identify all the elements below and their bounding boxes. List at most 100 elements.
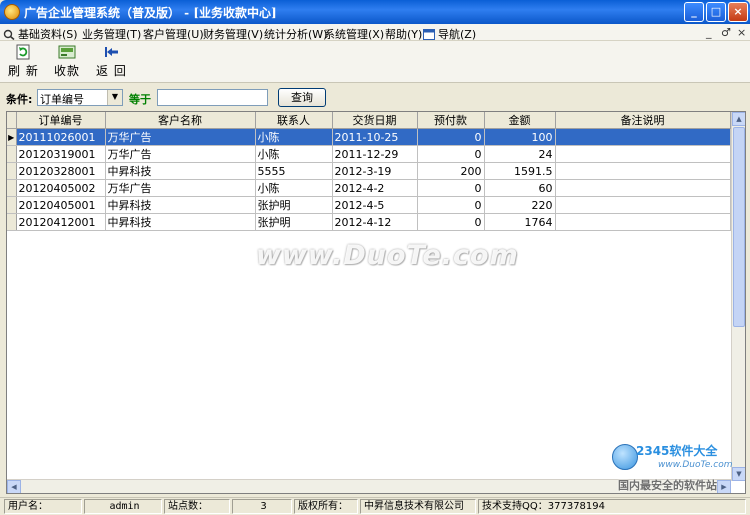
customer-cell[interactable]: 中昇科技 xyxy=(105,196,256,214)
amount-cell[interactable]: 220 xyxy=(484,196,556,214)
condition-field-select[interactable]: 订单编号 ▼ xyxy=(37,89,123,106)
amount-cell[interactable]: 60 xyxy=(484,179,556,197)
back-arrow-icon xyxy=(102,44,120,60)
column-header[interactable]: 客户名称 xyxy=(105,112,256,129)
menu-system[interactable]: 系统管理(X) xyxy=(324,26,384,42)
prepay-cell[interactable]: 0 xyxy=(417,179,485,197)
scroll-up-icon[interactable]: ▲ xyxy=(732,112,745,126)
amount-cell[interactable]: 24 xyxy=(484,145,556,163)
column-header[interactable]: 预付款 xyxy=(417,112,485,129)
vertical-scrollbar[interactable]: ▲ ▼ xyxy=(731,112,745,481)
amount-cell[interactable]: 100 xyxy=(484,128,556,146)
contact-cell[interactable]: 小陈 xyxy=(255,145,333,163)
mdi-minimize-button[interactable]: _ xyxy=(706,26,712,39)
contact-cell[interactable]: 小陈 xyxy=(255,128,333,146)
status-copyright-label: 版权所有： xyxy=(294,499,358,514)
menu-statistics[interactable]: 统计分析(W) xyxy=(264,26,327,42)
condition-value-input[interactable] xyxy=(157,89,268,106)
amount-cell[interactable]: 1591.5 xyxy=(484,162,556,180)
table-row[interactable]: 20120405001 中昇科技 张护明 2012-4-5 0 220 xyxy=(7,196,731,214)
column-header[interactable]: 交货日期 xyxy=(332,112,418,129)
prepay-cell[interactable]: 0 xyxy=(417,145,485,163)
date-cell[interactable]: 2012-4-5 xyxy=(332,196,418,214)
filter-bar: 条件: 订单编号 ▼ 等于 查询 xyxy=(0,86,750,108)
header-row: 订单编号 客户名称 联系人 交货日期 预付款 金额 备注说明 xyxy=(7,112,731,129)
amount-cell[interactable]: 1764 xyxy=(484,213,556,231)
close-button[interactable]: × xyxy=(728,2,748,22)
menu-business[interactable]: 业务管理(T) xyxy=(82,26,141,42)
menu-finance[interactable]: 财务管理(V) xyxy=(203,26,263,42)
customer-cell[interactable]: 万华广告 xyxy=(105,128,256,146)
note-cell[interactable] xyxy=(555,213,731,231)
query-button[interactable]: 查询 xyxy=(278,88,326,107)
row-indicator xyxy=(7,162,17,180)
order-cell[interactable]: 20120405002 xyxy=(16,179,106,197)
contact-cell[interactable]: 小陈 xyxy=(255,179,333,197)
customer-cell[interactable]: 万华广告 xyxy=(105,145,256,163)
collect-button[interactable]: 收款 xyxy=(52,44,82,79)
menu-navigation[interactable]: 导航(Z) xyxy=(423,26,476,42)
note-cell[interactable] xyxy=(555,145,731,163)
mdi-restore-button[interactable]: ♂ xyxy=(721,26,731,39)
watermark-brand: 2345软件大全 xyxy=(636,444,718,458)
table-row[interactable]: 20120405002 万华广告 小陈 2012-4-2 0 60 xyxy=(7,179,731,197)
date-cell[interactable]: 2011-12-29 xyxy=(332,145,418,163)
customer-cell[interactable]: 万华广告 xyxy=(105,179,256,197)
minimize-button[interactable]: _ xyxy=(684,2,704,22)
note-cell[interactable] xyxy=(555,162,731,180)
table-row[interactable]: ▶ 20111026001 万华广告 小陈 2011-10-25 0 100 xyxy=(7,128,731,146)
customer-cell[interactable]: 中昇科技 xyxy=(105,162,256,180)
back-label: 返 回 xyxy=(96,64,127,78)
date-cell[interactable]: 2012-4-12 xyxy=(332,213,418,231)
order-cell[interactable]: 20120412001 xyxy=(16,213,106,231)
menu-help[interactable]: 帮助(Y) xyxy=(385,26,422,42)
watermark-slogan: 国内最安全的软件站 xyxy=(618,479,717,492)
current-row-arrow-icon: ▶ xyxy=(7,128,17,146)
table-row[interactable]: 20120328001 中昇科技 5555 2012-3-19 200 1591… xyxy=(7,162,731,180)
prepay-cell[interactable]: 200 xyxy=(417,162,485,180)
order-cell[interactable]: 20120319001 xyxy=(16,145,106,163)
contact-cell[interactable]: 张护明 xyxy=(255,196,333,214)
refresh-label: 刷 新 xyxy=(8,64,39,78)
table-row[interactable]: 20120412001 中昇科技 张护明 2012-4-12 0 1764 xyxy=(7,213,731,231)
status-user-value: admin xyxy=(84,499,162,514)
date-cell[interactable]: 2011-10-25 xyxy=(332,128,418,146)
order-cell[interactable]: 20120405001 xyxy=(16,196,106,214)
note-cell[interactable] xyxy=(555,128,731,146)
maximize-button[interactable]: □ xyxy=(706,2,726,22)
row-indicator xyxy=(7,179,17,197)
menu-basic-data[interactable]: 基础资料(S) xyxy=(3,26,78,42)
app-icon[interactable] xyxy=(4,4,20,20)
prepay-cell[interactable]: 0 xyxy=(417,196,485,214)
contact-cell[interactable]: 张护明 xyxy=(255,213,333,231)
refresh-button[interactable]: 刷 新 xyxy=(8,44,38,79)
note-cell[interactable] xyxy=(555,179,731,197)
mascot-logo xyxy=(612,444,638,470)
contact-cell[interactable]: 5555 xyxy=(255,162,333,180)
orders-table: 订单编号 客户名称 联系人 交货日期 预付款 金额 备注说明 ▶ 2011102… xyxy=(7,112,731,231)
scroll-left-icon[interactable]: ◀ xyxy=(7,480,21,493)
prepay-cell[interactable]: 0 xyxy=(417,213,485,231)
menu-label: 导航(Z) xyxy=(438,28,477,41)
column-header[interactable]: 金额 xyxy=(484,112,556,129)
mdi-close-button[interactable]: × xyxy=(737,26,746,39)
toolbar: 刷 新 收款 返 回 xyxy=(0,41,750,83)
menu-customer[interactable]: 客户管理(U) xyxy=(143,26,204,42)
column-header[interactable]: 订单编号 xyxy=(16,112,106,129)
column-header[interactable]: 备注说明 xyxy=(555,112,731,129)
chevron-down-icon[interactable]: ▼ xyxy=(107,90,122,105)
back-button[interactable]: 返 回 xyxy=(96,44,126,79)
prepay-cell[interactable]: 0 xyxy=(417,128,485,146)
table-row[interactable]: 20120319001 万华广告 小陈 2011-12-29 0 24 xyxy=(7,145,731,163)
date-cell[interactable]: 2012-3-19 xyxy=(332,162,418,180)
scroll-thumb[interactable] xyxy=(733,127,745,327)
status-bar: 用户名： admin 站点数： 3 版权所有： 中昇信息技术有限公司 技术支持Q… xyxy=(0,497,750,515)
status-stations-value: 3 xyxy=(232,499,292,514)
note-cell[interactable] xyxy=(555,196,731,214)
column-header[interactable]: 联系人 xyxy=(255,112,333,129)
order-cell[interactable]: 20111026001 xyxy=(16,128,106,146)
order-cell[interactable]: 20120328001 xyxy=(16,162,106,180)
window-title: 广告企业管理系统（普及版） - [业务收款中心] xyxy=(24,6,277,20)
customer-cell[interactable]: 中昇科技 xyxy=(105,213,256,231)
date-cell[interactable]: 2012-4-2 xyxy=(332,179,418,197)
